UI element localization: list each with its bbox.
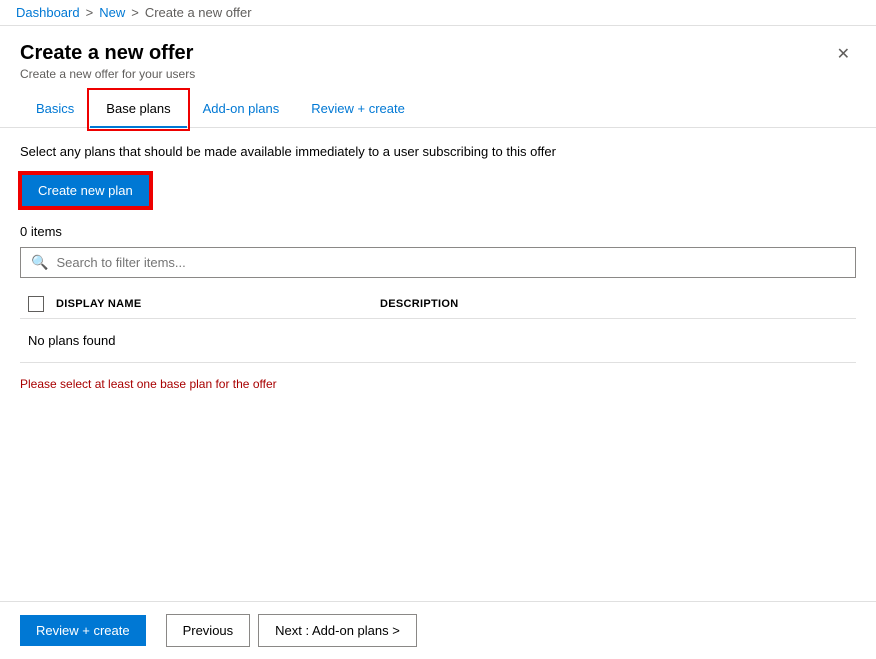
breadcrumb-dashboard[interactable]: Dashboard <box>16 5 80 20</box>
search-icon: 🔍 <box>31 254 48 271</box>
error-message: Please select at least one base plan for… <box>20 377 856 391</box>
breadcrumb-current: Create a new offer <box>145 5 252 20</box>
breadcrumb-sep-2: > <box>131 5 139 20</box>
page-title: Create a new offer <box>20 42 195 65</box>
breadcrumb-sep-1: > <box>86 5 94 20</box>
section-description: Select any plans that should be made ava… <box>20 144 856 159</box>
table-header: DISPLAY NAME DESCRIPTION <box>20 290 856 319</box>
search-box: 🔍 <box>20 247 856 278</box>
tabs-bar: Basics Base plans Add-on plans Review + … <box>0 91 876 128</box>
tab-base-plans[interactable]: Base plans <box>90 91 186 128</box>
search-input[interactable] <box>56 255 845 270</box>
tab-review-create[interactable]: Review + create <box>295 91 421 128</box>
select-all-checkbox[interactable] <box>28 296 44 312</box>
close-button[interactable]: ✕ <box>831 42 856 66</box>
panel-body: Select any plans that should be made ava… <box>0 128 876 601</box>
col-header-display-name: DISPLAY NAME <box>56 298 368 310</box>
no-plans-message: No plans found <box>20 319 856 363</box>
panel-header: Create a new offer Create a new offer fo… <box>0 26 876 91</box>
items-count: 0 items <box>20 224 856 239</box>
panel-footer: Review + create Previous Next : Add-on p… <box>0 601 876 659</box>
create-new-plan-button[interactable]: Create new plan <box>20 173 151 208</box>
next-button[interactable]: Next : Add-on plans > <box>258 614 417 647</box>
tab-basics[interactable]: Basics <box>20 91 90 128</box>
panel-title-group: Create a new offer Create a new offer fo… <box>20 42 195 81</box>
footer-left: Review + create <box>20 615 146 646</box>
review-create-button[interactable]: Review + create <box>20 615 146 646</box>
footer-right: Previous Next : Add-on plans > <box>166 614 417 647</box>
previous-button[interactable]: Previous <box>166 614 251 647</box>
breadcrumb: Dashboard > New > Create a new offer <box>16 5 860 20</box>
panel-subtitle: Create a new offer for your users <box>20 67 195 81</box>
tab-addon-plans[interactable]: Add-on plans <box>187 91 296 128</box>
breadcrumb-new[interactable]: New <box>99 5 125 20</box>
col-header-description: DESCRIPTION <box>380 298 848 310</box>
panel: Create a new offer Create a new offer fo… <box>0 26 876 659</box>
